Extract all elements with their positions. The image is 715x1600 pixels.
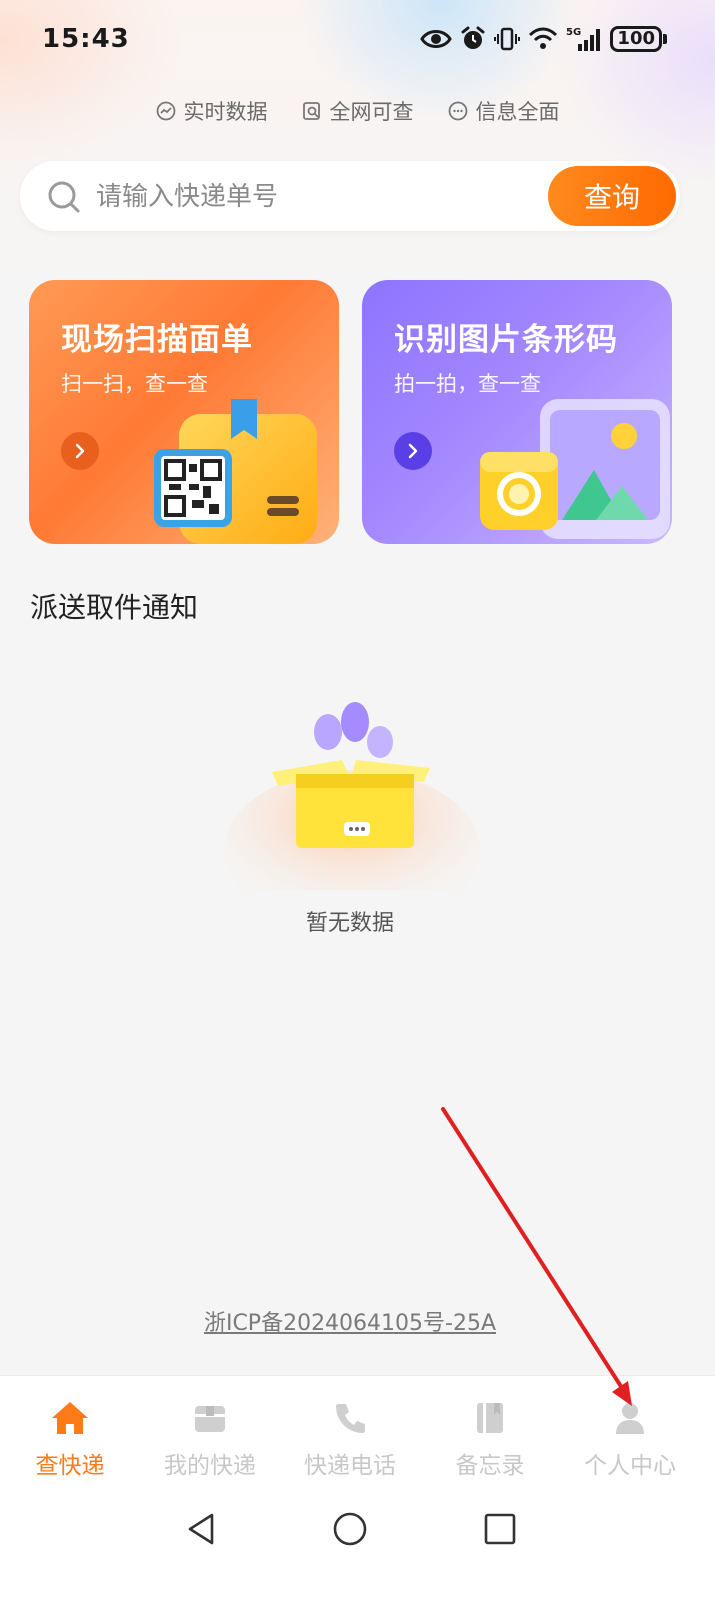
home-circle-icon[interactable]: [332, 1511, 368, 1547]
bottom-tab-bar: 查快递 我的快递 快递电话 备忘录 个人中心: [0, 1375, 715, 1484]
wifi-icon: [529, 27, 558, 49]
query-button[interactable]: 查询: [548, 166, 676, 226]
search-icon: [48, 181, 80, 213]
package-icon: [190, 1398, 230, 1438]
signal-icon: 5G: [566, 27, 601, 51]
tab-label: 备忘录: [455, 1453, 525, 1479]
status-bar: 15:43 5G 100: [0, 0, 715, 84]
tab-express-phone[interactable]: 快递电话: [280, 1376, 420, 1484]
recognize-barcode-card[interactable]: 识别图片条形码 拍一拍，查一查: [362, 280, 672, 544]
tab-label: 个人中心: [584, 1453, 676, 1479]
empty-box-illustration: [224, 702, 480, 890]
feature-label: 实时数据: [183, 100, 268, 124]
icp-license-link[interactable]: 浙ICP备2024064105号-25A: [0, 1305, 700, 1337]
feature-network: 全网可查: [302, 96, 414, 126]
camera-picture-illustration: [480, 399, 670, 539]
status-time: 15:43: [42, 24, 130, 54]
feature-label: 信息全面: [475, 100, 560, 124]
tracking-number-input[interactable]: [94, 171, 538, 223]
chat-dots-icon: [448, 101, 467, 121]
tab-check-express[interactable]: 查快递: [0, 1376, 140, 1484]
chevron-right-icon[interactable]: [61, 432, 99, 470]
vibrate-icon: [494, 27, 521, 51]
battery-level: 100: [610, 26, 662, 52]
chevron-right-icon[interactable]: [394, 432, 432, 470]
user-icon: [610, 1398, 650, 1438]
tab-profile[interactable]: 个人中心: [560, 1376, 700, 1484]
tab-label: 我的快递: [164, 1453, 256, 1479]
tab-label: 快递电话: [304, 1453, 396, 1479]
search-bar: 查询: [20, 161, 680, 231]
alarm-icon: [461, 26, 485, 49]
empty-state-text: 暂无数据: [305, 911, 394, 936]
phone-icon: [330, 1398, 370, 1438]
notebook-icon: [470, 1398, 510, 1438]
chart-circle-icon: [156, 101, 175, 121]
package-qr-illustration: [154, 399, 317, 544]
search-doc-icon: [302, 102, 320, 120]
battery-icon: 100: [610, 26, 667, 52]
tab-memo[interactable]: 备忘录: [420, 1376, 560, 1484]
back-icon[interactable]: [184, 1511, 220, 1547]
recents-icon[interactable]: [482, 1511, 518, 1547]
scan-waybill-card[interactable]: 现场扫描面单 扫一扫，查一查: [29, 280, 339, 544]
feature-tags: 实时数据 全网可查 信息全面: [0, 96, 715, 126]
card-title: 识别图片条形码: [394, 322, 618, 358]
feature-realtime: 实时数据: [156, 96, 268, 126]
eye-icon: [420, 30, 453, 48]
system-navigation-bar: [0, 1483, 715, 1600]
status-icons: 5G 100: [420, 26, 667, 52]
tab-my-express[interactable]: 我的快递: [140, 1376, 280, 1484]
feature-label: 全网可查: [329, 100, 414, 124]
tab-label: 查快递: [35, 1453, 105, 1479]
svg-text:5G: 5G: [566, 27, 581, 38]
card-title: 现场扫描面单: [61, 322, 253, 358]
feature-complete: 信息全面: [448, 96, 560, 126]
notification-section-title: 派送取件通知: [30, 591, 199, 624]
home-icon: [50, 1398, 90, 1438]
